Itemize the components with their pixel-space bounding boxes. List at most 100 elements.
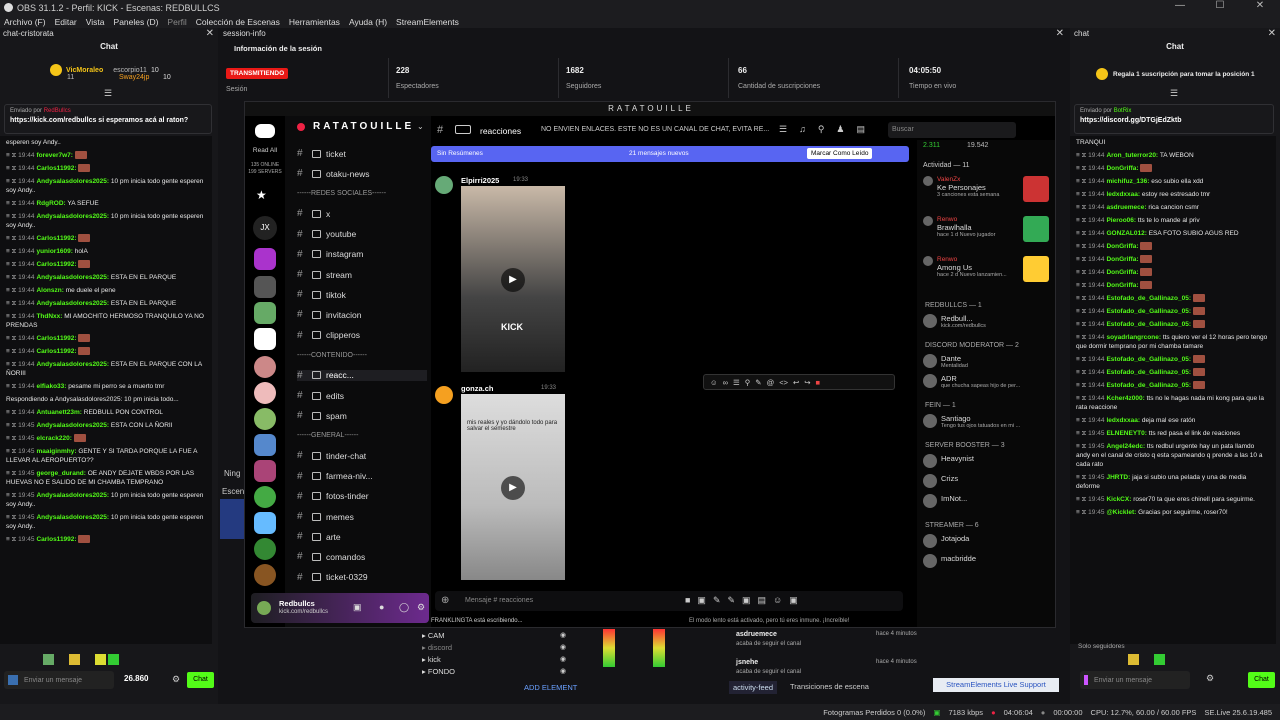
- message-composer[interactable]: ⊕ Mensaje # reacciones ■▣✎✎▣▤☺▣: [435, 591, 903, 611]
- chat-message[interactable]: ≡ ⧖ 19:44 Estofado_de_Gallinazo_05:: [1070, 292, 1276, 305]
- user-avatar[interactable]: [257, 601, 271, 615]
- session-close-icon[interactable]: ✕: [1056, 28, 1064, 39]
- message-user[interactable]: asdruemece:: [1106, 204, 1146, 211]
- message-user[interactable]: soyadrlangrcone:: [1106, 334, 1161, 341]
- server-icon[interactable]: [254, 382, 276, 404]
- channel-points[interactable]: 26.860: [124, 674, 148, 683]
- chat-send-button[interactable]: Chat: [187, 672, 214, 688]
- message-user[interactable]: Andysalasdolores2025:: [36, 514, 109, 521]
- channel-item[interactable]: # stream: [297, 269, 352, 280]
- emote-icon[interactable]: [1141, 654, 1152, 665]
- chat-message[interactable]: ≡ ⧖ 19:44 Andysalasdolores2025: 10 pm inic…: [0, 210, 212, 232]
- emote-icon[interactable]: [1102, 654, 1113, 665]
- message-user[interactable]: Estofado_de_Gallinazo_05:: [1106, 369, 1191, 376]
- emote-icon[interactable]: [4, 654, 15, 665]
- emote-icon[interactable]: [56, 654, 67, 665]
- visibility-icon[interactable]: ◉: [560, 631, 566, 639]
- gamepad-icon[interactable]: ▣: [353, 602, 362, 613]
- message-user[interactable]: Carlos11992:: [36, 335, 76, 342]
- server-icon[interactable]: [254, 248, 276, 270]
- message-user[interactable]: Antuanett23m:: [36, 409, 82, 416]
- channel-item[interactable]: # edits: [297, 390, 344, 401]
- message-user[interactable]: Estofado_de_Gallinazo_05:: [1106, 321, 1191, 328]
- play-icon[interactable]: ▶: [501, 268, 525, 292]
- emote-icon[interactable]: [43, 654, 54, 665]
- source-discord[interactable]: ▸ discord: [422, 643, 452, 652]
- message-user[interactable]: ELNENEYT0:: [1106, 430, 1146, 437]
- channel-item[interactable]: # otaku-news: [297, 168, 369, 179]
- source-kick[interactable]: ▸ kick: [422, 655, 441, 664]
- chat-message[interactable]: esperen soy Andy..: [0, 136, 212, 149]
- server-icon[interactable]: [254, 434, 276, 456]
- chat-message[interactable]: ≡ ⧖ 19:45 elcrack220:: [0, 432, 212, 445]
- server-icon[interactable]: [254, 512, 276, 534]
- chat-message[interactable]: ≡ ⧖ 19:45 JHRTD: jaja si subio una pelada …: [1070, 471, 1276, 493]
- message-user[interactable]: yunior1609:: [36, 248, 73, 255]
- mark-read-button[interactable]: Marcar Como Leído: [807, 148, 873, 159]
- member-item[interactable]: ImNot...: [923, 494, 967, 508]
- message-user[interactable]: Pieroo06:: [1106, 217, 1136, 224]
- chat-message[interactable]: ≡ ⧖ 19:44 GONZAL012: ESA FOTO SUBIO AGUS R…: [1070, 227, 1276, 240]
- read-all-button[interactable]: Read All: [245, 147, 285, 154]
- message-user[interactable]: Carlos11992:: [36, 536, 76, 543]
- emote-icon[interactable]: [30, 654, 41, 665]
- add-element-button[interactable]: ADD ELEMENT: [524, 683, 577, 692]
- emote-icon[interactable]: [1154, 654, 1165, 665]
- server-icon[interactable]: [254, 302, 276, 324]
- right-dock-close-icon[interactable]: ✕: [1268, 28, 1276, 39]
- channel-item[interactable]: # comandos: [297, 551, 365, 562]
- chat-message[interactable]: ≡ ⧖ 19:44 Andysalasdolores2025: ESTA EN EL…: [0, 297, 212, 310]
- settings-icon[interactable]: ⚙: [172, 674, 180, 685]
- chat-message[interactable]: ≡ ⧖ 19:45 Andysalasdolores2025: ESTA CON L…: [0, 419, 212, 432]
- emote-icon[interactable]: [17, 654, 28, 665]
- message-author[interactable]: Elpirri2025: [461, 176, 499, 185]
- favorites-star-icon[interactable]: ★: [256, 188, 267, 202]
- message-user[interactable]: Andysalasdolores2025:: [36, 178, 109, 185]
- chat-message[interactable]: ≡ ⧖ 19:45 maaiginmhy: GENTE Y SI TARDA POR…: [0, 445, 212, 467]
- message-user[interactable]: DonGriffa:: [1106, 269, 1138, 276]
- message-user[interactable]: @Kicklet:: [1106, 509, 1136, 516]
- emote-icon[interactable]: [1128, 654, 1139, 665]
- message-user[interactable]: elcrack220:: [36, 435, 71, 442]
- se-support-button[interactable]: StreamElements Live Support: [933, 678, 1059, 692]
- channel-item[interactable]: # farmea-niv...: [297, 471, 373, 482]
- message-user[interactable]: Carlos11992:: [36, 348, 76, 355]
- member-item[interactable]: Santiago Tengo tus ojos tatuados en mi ..…: [923, 414, 1020, 429]
- chat-message[interactable]: ≡ ⧖ 19:45 Angel24edc: tts redbul urgente h…: [1070, 440, 1276, 471]
- message-user[interactable]: ThdNxx:: [36, 313, 62, 320]
- chat-message[interactable]: ≡ ⧖ 19:45 george_durand: OE ANDY DEJATE WB…: [0, 467, 212, 489]
- visibility-icon[interactable]: ◉: [560, 667, 566, 675]
- right-chat-send-button[interactable]: Chat: [1248, 672, 1275, 688]
- activity-card[interactable]: Renwo Brawlhalla hace 1 d Nuevo jugador: [923, 216, 995, 238]
- chat-message[interactable]: ≡ ⧖ 19:44 yunior1609: holA: [0, 245, 212, 258]
- server-name[interactable]: RATATOUILLE: [313, 121, 414, 132]
- reply-icon[interactable]: ↩: [793, 378, 799, 387]
- microphone-icon[interactable]: ●: [379, 602, 384, 612]
- emote-icon[interactable]: [95, 654, 106, 665]
- maximize-icon[interactable]: ☐: [1200, 0, 1240, 11]
- chat-message[interactable]: ≡ ⧖ 19:44 elfiako33: pesame mi perro se a …: [0, 380, 212, 393]
- channel-item[interactable]: # fotos-tinder: [297, 491, 369, 502]
- message-user[interactable]: Andysalasdolores2025:: [36, 300, 109, 307]
- chat-message[interactable]: ≡ ⧖ 19:44 Estofado_de_Gallinazo_05:: [1070, 305, 1276, 318]
- message-user[interactable]: elfiako33:: [36, 383, 66, 390]
- delete-icon[interactable]: ■: [816, 378, 821, 387]
- message-user[interactable]: george_durand:: [36, 470, 85, 477]
- message-avatar[interactable]: [435, 176, 453, 194]
- pinned-message[interactable]: Enviado por RedBullcs https://kick.com/r…: [4, 104, 212, 134]
- menu-coleccion[interactable]: Colección de Escenas: [196, 17, 280, 27]
- tab-transitions[interactable]: Transiciones de escena: [790, 682, 869, 691]
- member-item[interactable]: Jotajoda: [923, 534, 969, 548]
- chat-message[interactable]: ≡ ⧖ 19:44 Aron_tuterror20: TA WEBON: [1070, 149, 1276, 162]
- message-user[interactable]: RdgROD:: [36, 200, 65, 207]
- mute-icon[interactable]: ♫: [799, 124, 806, 135]
- threads-icon[interactable]: ☰: [779, 124, 787, 135]
- chat-message[interactable]: ≡ ⧖ 19:45 Andysalasdolores2025: 10 pm inic…: [0, 511, 212, 533]
- user-settings-icon[interactable]: ⚙: [417, 602, 425, 613]
- chat-message[interactable]: ≡ ⧖ 19:44 ledxdxxaa: estoy ree estresado t…: [1070, 188, 1276, 201]
- member-item[interactable]: macbridde: [923, 554, 976, 568]
- play-icon[interactable]: ▶: [501, 476, 525, 500]
- menu-herramientas[interactable]: Herramientas: [289, 17, 340, 27]
- channel-item[interactable]: # spam: [297, 410, 347, 421]
- server-icon[interactable]: [254, 460, 276, 482]
